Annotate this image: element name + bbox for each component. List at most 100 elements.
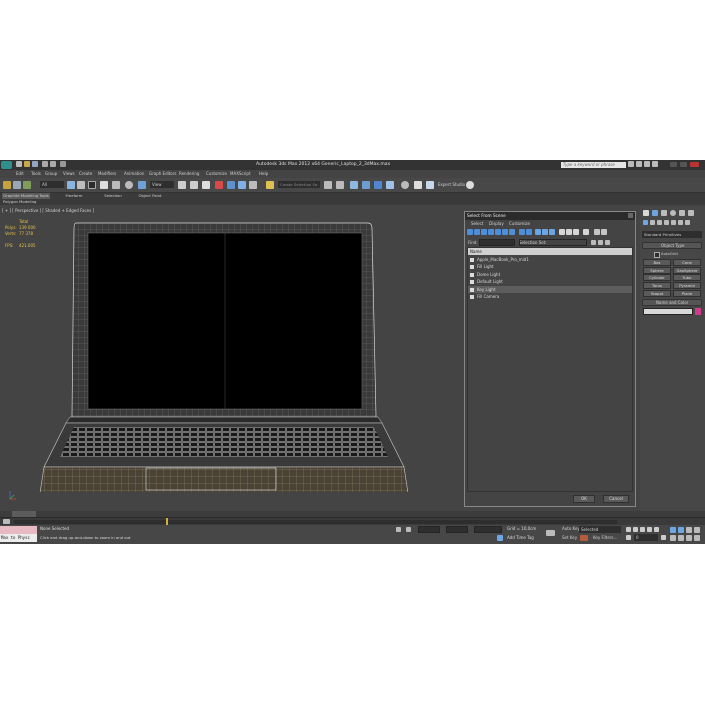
rendered-frame-icon[interactable] <box>426 181 434 189</box>
cancel-button[interactable]: Cancel <box>603 495 629 503</box>
select-object-icon[interactable] <box>67 181 75 189</box>
layer-manager-icon[interactable] <box>350 181 358 189</box>
mirror-icon[interactable] <box>324 181 332 189</box>
maximize-viewport-icon[interactable] <box>694 535 700 541</box>
selection-set-icon-a[interactable] <box>591 240 596 245</box>
close-icon[interactable] <box>690 162 699 167</box>
select-none-icon[interactable] <box>566 229 572 235</box>
create-sphere-button[interactable]: Sphere <box>643 266 671 274</box>
menu-item-rendering[interactable]: Rendering <box>179 172 199 176</box>
graphite-toggle-icon[interactable] <box>362 181 370 189</box>
ribbon-tab-freeform[interactable]: Freeform <box>57 193 91 199</box>
display-none-icon[interactable] <box>542 229 548 235</box>
selection-filter-dropdown[interactable]: All <box>40 181 64 188</box>
create-pyramid-button[interactable]: Pyramid <box>673 282 701 290</box>
auto-key-label[interactable]: Auto Key <box>562 527 580 531</box>
shapes-icon[interactable] <box>650 220 655 225</box>
prev-frame-icon[interactable] <box>633 527 638 532</box>
next-frame-icon[interactable] <box>647 527 652 532</box>
unlink-icon[interactable] <box>13 181 21 189</box>
window-crossing-icon[interactable] <box>100 181 108 189</box>
project-folder-icon[interactable] <box>60 161 66 167</box>
primitive-type-dropdown[interactable]: Standard Primitives <box>642 231 702 238</box>
select-manipulate-icon[interactable] <box>190 181 198 189</box>
zoom-extents-all-icon[interactable] <box>694 527 700 533</box>
zoom-icon[interactable] <box>670 527 676 533</box>
create-box-button[interactable]: Box <box>643 259 671 266</box>
pivot-center-icon[interactable] <box>178 181 186 189</box>
list-item[interactable]: Dome Light <box>468 271 632 278</box>
default-in-out-icon[interactable] <box>580 535 588 541</box>
percent-snap-icon[interactable] <box>238 181 246 189</box>
pan-view-icon[interactable] <box>678 535 684 541</box>
key-filters-button[interactable]: Key Filters... <box>593 536 617 540</box>
rectangle-selection-icon[interactable] <box>88 181 96 189</box>
maximize-icon[interactable] <box>680 162 687 167</box>
display-groups-icon[interactable] <box>509 229 515 235</box>
list-item[interactable]: Key Light <box>468 286 632 293</box>
viewport-label[interactable]: [ + ] [ Perspective ] [ Shaded + Edged F… <box>2 209 94 213</box>
open-file-icon[interactable] <box>24 161 30 167</box>
name-color-rollout-header[interactable]: Name and Color <box>642 299 702 306</box>
modify-tab-icon[interactable] <box>652 210 658 216</box>
absolute-mode-icon[interactable] <box>406 527 411 532</box>
expert-studio-label[interactable]: Expert Studio + <box>438 183 470 187</box>
options-icon[interactable] <box>601 229 607 235</box>
find-input[interactable] <box>479 239 515 246</box>
material-editor-icon[interactable] <box>401 181 409 189</box>
z-coordinate-field[interactable] <box>474 526 502 533</box>
list-item[interactable]: Default Light <box>468 279 632 286</box>
list-item[interactable]: Fill Light <box>468 264 632 271</box>
create-teapot-button[interactable]: Teapot <box>643 289 671 297</box>
helpers-icon[interactable] <box>671 220 676 225</box>
spacewarps-icon[interactable] <box>678 220 683 225</box>
ribbon-tab-object-paint[interactable]: Object Paint <box>132 193 168 199</box>
selection-set-dropdown[interactable] <box>519 239 587 246</box>
object-color-swatch[interactable] <box>695 308 701 315</box>
angle-snap-icon[interactable] <box>227 181 235 189</box>
utilities-tab-icon[interactable] <box>688 210 694 216</box>
cameras-icon[interactable] <box>664 220 669 225</box>
dialog-menu-customize[interactable]: Customize <box>509 221 530 226</box>
named-selection-set-dropdown[interactable]: Create Selection Se <box>278 181 320 188</box>
keyboard-shortcut-icon[interactable] <box>202 181 210 189</box>
menu-item-maxscript[interactable]: MAXScript <box>230 172 251 176</box>
dialog-title-bar[interactable]: Select From Scene <box>465 212 635 220</box>
menu-item-tools[interactable]: Tools <box>31 172 41 176</box>
align-icon[interactable] <box>336 181 344 189</box>
create-tab-icon[interactable] <box>643 210 649 216</box>
object-type-rollout-header[interactable]: Object Type <box>642 242 702 249</box>
time-config-icon[interactable] <box>661 535 666 540</box>
menu-item-graph-editors[interactable]: Graph Editors <box>149 172 176 176</box>
list-header[interactable]: Name <box>468 248 632 255</box>
curve-editor-icon[interactable] <box>374 181 382 189</box>
set-key-label[interactable]: Set Key <box>562 536 577 540</box>
star-icon[interactable] <box>644 161 650 167</box>
select-invert-icon[interactable] <box>573 229 579 235</box>
ribbon-subtab[interactable]: Polygon Modeling <box>3 200 36 204</box>
lock-selection-icon[interactable] <box>396 527 401 532</box>
render-setup-icon[interactable] <box>414 181 422 189</box>
menu-item-customize[interactable]: Customize <box>206 172 227 176</box>
create-cone-button[interactable]: Cone <box>673 259 701 266</box>
help-icon[interactable] <box>636 161 642 167</box>
menu-item-animation[interactable]: Animation <box>124 172 144 176</box>
save-file-icon[interactable] <box>32 161 38 167</box>
goto-end-icon[interactable] <box>654 527 659 532</box>
display-invert-icon[interactable] <box>549 229 555 235</box>
search-input[interactable]: Type a keyword or phrase <box>561 162 626 168</box>
create-plane-button[interactable]: Plane <box>673 289 701 297</box>
track-bar-menu-icon[interactable] <box>3 519 10 524</box>
autogrid-checkbox[interactable] <box>654 252 660 258</box>
maxscript-pink-strip[interactable] <box>0 526 37 534</box>
reference-coordinate-dropdown[interactable]: View <box>150 181 174 188</box>
key-mode-toggle-icon[interactable] <box>626 535 631 540</box>
redo-icon[interactable] <box>50 161 56 167</box>
binoculars-icon[interactable] <box>628 161 634 167</box>
edit-named-selection-icon[interactable] <box>266 181 274 189</box>
ribbon-tab-selection[interactable]: Selection <box>98 193 128 199</box>
menu-item-edit[interactable]: Edit <box>16 172 24 176</box>
object-name-input[interactable] <box>643 308 693 315</box>
menu-item-views[interactable]: Views <box>63 172 75 176</box>
display-tab-icon[interactable] <box>679 210 685 216</box>
